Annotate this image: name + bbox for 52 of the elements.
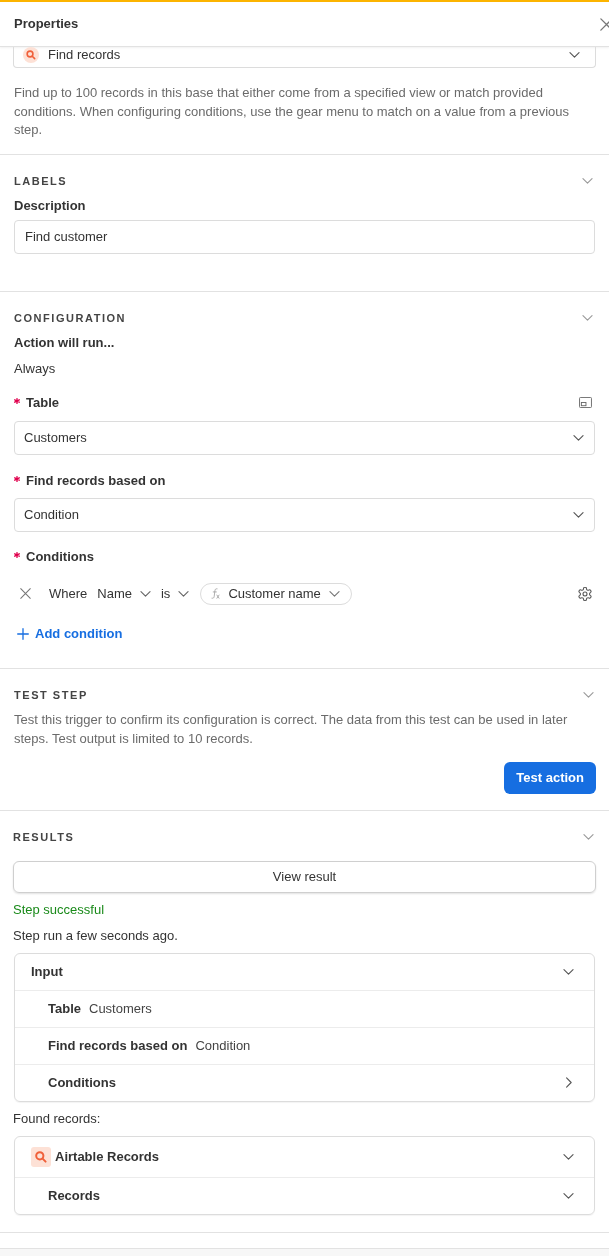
field-dropdown[interactable]: Name bbox=[97, 583, 151, 604]
find-based-on-select[interactable]: Condition bbox=[14, 497, 595, 532]
settings-icon[interactable] bbox=[578, 586, 592, 601]
records-toggle[interactable]: Airtable Records bbox=[15, 1136, 594, 1177]
found-records-label: Found records: bbox=[13, 1110, 101, 1127]
test-action-button[interactable]: Test action bbox=[504, 761, 596, 794]
table-select[interactable]: Customers bbox=[14, 420, 595, 455]
chevron-down-icon[interactable] bbox=[569, 52, 580, 58]
field-label: Action will run... bbox=[14, 334, 115, 351]
condition-prefix: Where bbox=[49, 584, 88, 603]
section-heading: TEST STEP bbox=[14, 687, 88, 702]
test-step-description: Test this trigger to confirm its configuration is correct. The data from this test can be used in later steps. Test output is limited to 10 records. bbox=[14, 710, 569, 748]
field-value: Customers bbox=[89, 999, 152, 1018]
close-icon[interactable] bbox=[600, 17, 609, 31]
chevron-down-icon[interactable] bbox=[563, 1192, 574, 1199]
operator-dropdown[interactable]: is bbox=[161, 583, 190, 604]
field-value: Condition bbox=[195, 1036, 251, 1055]
input-toggle[interactable]: Input bbox=[15, 953, 594, 990]
conditions-toggle[interactable]: Conditions bbox=[15, 1064, 594, 1101]
action-description: Find up to 100 records in this base that either come from a specified view or match provided conditions. When configuring conditions, use the gear menu to match on a value from a previous step. bbox=[13, 84, 570, 139]
function-icon bbox=[211, 588, 221, 599]
add-condition-button[interactable]: Add condition bbox=[17, 625, 123, 642]
section-heading: CONFIGURATION bbox=[14, 310, 127, 325]
picture-in-picture-icon[interactable] bbox=[579, 397, 592, 408]
field-label: Conditions bbox=[26, 548, 94, 565]
chevron-down-icon[interactable] bbox=[573, 434, 584, 441]
plus-icon bbox=[17, 627, 29, 640]
chevron-down-icon[interactable] bbox=[573, 511, 584, 518]
section-heading: LABELS bbox=[14, 173, 68, 188]
chevron-down-icon[interactable] bbox=[140, 590, 151, 597]
search-icon bbox=[23, 47, 39, 63]
panel-title: Properties bbox=[14, 15, 79, 34]
chevron-down-icon[interactable] bbox=[563, 968, 574, 975]
search-icon bbox=[31, 1146, 51, 1167]
field-label: Find records based on bbox=[48, 1036, 188, 1055]
remove-condition-icon[interactable] bbox=[20, 588, 31, 599]
section-heading: RESULTS bbox=[13, 829, 75, 844]
field-label: Table bbox=[26, 394, 59, 411]
field-label: Description bbox=[14, 197, 86, 214]
chevron-down-icon[interactable] bbox=[178, 590, 190, 597]
field-label: Find records based on bbox=[26, 472, 166, 489]
view-result-button[interactable]: View result bbox=[13, 860, 596, 893]
records-row-toggle[interactable]: Records bbox=[15, 1177, 594, 1214]
status-text: Step successful bbox=[13, 901, 105, 918]
chevron-right-icon[interactable] bbox=[566, 1077, 572, 1088]
chevron-down-icon[interactable] bbox=[328, 590, 340, 597]
field-value: Always bbox=[14, 360, 56, 377]
action-select[interactable]: Find records bbox=[13, 47, 596, 68]
run-time-text: Step run a few seconds ago. bbox=[13, 927, 178, 944]
description-input[interactable]: Find customer bbox=[14, 219, 595, 254]
field-label: Table bbox=[48, 999, 81, 1018]
chevron-down-icon[interactable] bbox=[563, 1153, 574, 1160]
